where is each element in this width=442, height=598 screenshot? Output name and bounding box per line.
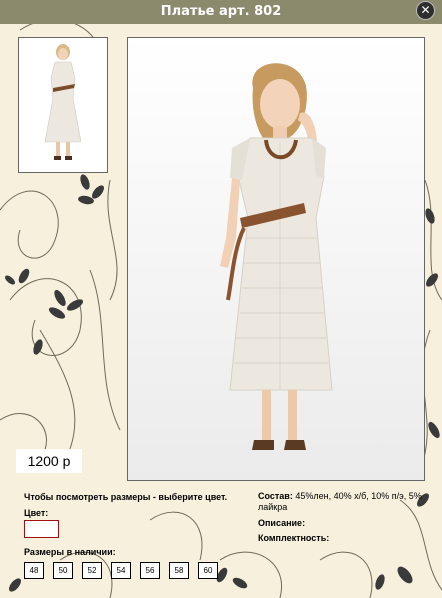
model-thumbnail-image: [19, 38, 107, 172]
size-option[interactable]: 48: [24, 562, 44, 579]
composition-label: Состав:: [258, 491, 293, 501]
set-label: Комплектность:: [258, 533, 330, 543]
size-option[interactable]: 50: [53, 562, 73, 579]
color-swatch[interactable]: [24, 520, 59, 538]
product-price: 1200 р: [16, 449, 82, 473]
sizes-prompt: Чтобы посмотреть размеры - выберите цвет…: [24, 492, 228, 502]
size-option[interactable]: 58: [169, 562, 189, 579]
sizes-label: Размеры в наличии:: [24, 547, 116, 557]
window-title: Платье арт. 802: [0, 0, 442, 24]
description-label: Описание:: [258, 518, 306, 528]
close-icon[interactable]: ✕: [416, 1, 435, 20]
size-option[interactable]: 54: [111, 562, 131, 579]
product-thumbnail[interactable]: [18, 37, 108, 173]
size-option[interactable]: 56: [140, 562, 160, 579]
model-main-image: [128, 38, 424, 480]
composition-info: Состав: 45%лен, 40% х/б, 10% п/э, 5% лай…: [258, 491, 436, 513]
product-photo: [127, 37, 425, 481]
size-option[interactable]: 52: [82, 562, 102, 579]
size-option[interactable]: 60: [198, 562, 218, 579]
color-label: Цвет:: [24, 508, 49, 518]
size-list: 48 50 52 54 56 58 60: [24, 562, 218, 579]
